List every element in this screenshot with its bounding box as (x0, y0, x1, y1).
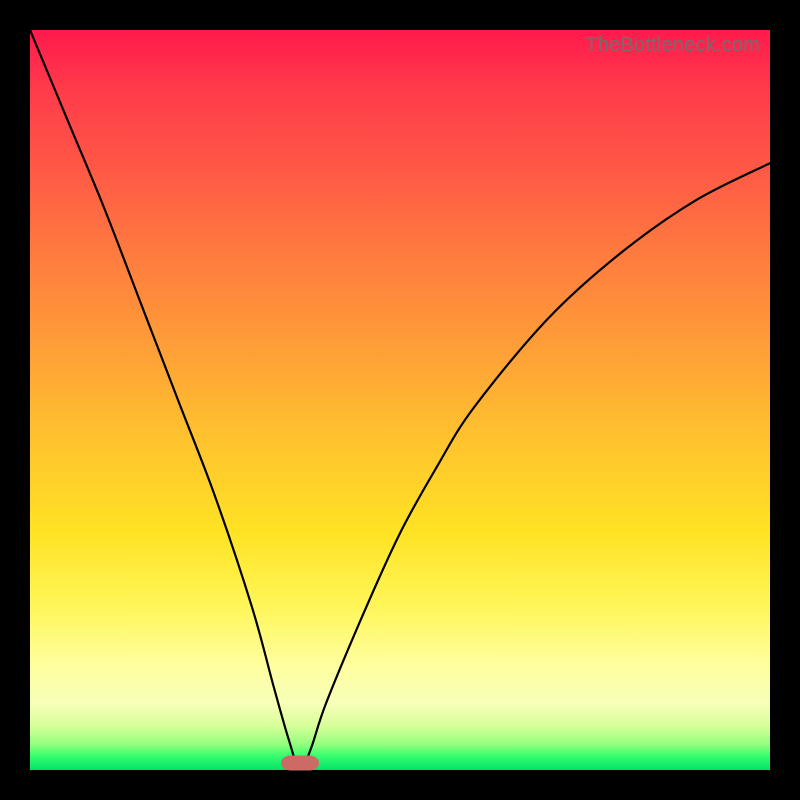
outer-frame: TheBottleneck.com (0, 0, 800, 800)
bottleneck-curve (30, 30, 770, 770)
optimal-marker (281, 755, 319, 770)
plot-area: TheBottleneck.com (30, 30, 770, 770)
